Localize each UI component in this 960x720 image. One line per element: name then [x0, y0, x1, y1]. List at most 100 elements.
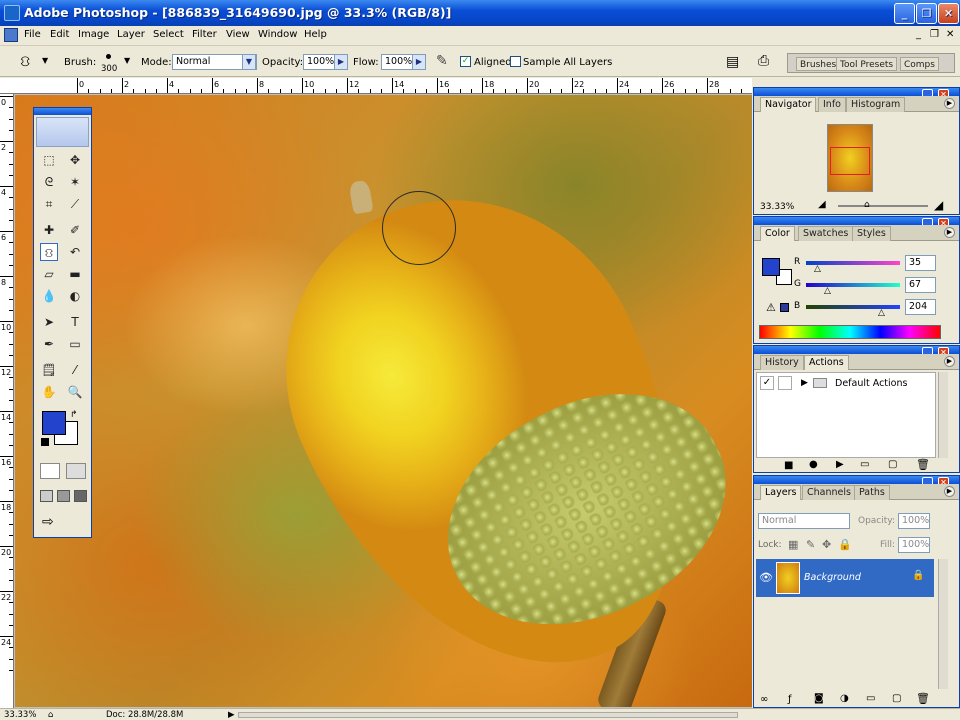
tab-history[interactable]: History	[760, 355, 804, 370]
color-ramp[interactable]	[759, 325, 941, 339]
zoom-slider-track[interactable]	[838, 205, 928, 207]
layers-opacity-field[interactable]: 100%	[898, 513, 930, 529]
lock-all-icon[interactable]: 🔒	[838, 538, 852, 551]
standard-mode-icon[interactable]	[40, 463, 60, 479]
notes-tool-icon[interactable]: 🗒	[40, 361, 58, 379]
tab-navigator[interactable]: Navigator	[760, 97, 817, 112]
zoom-tool-icon[interactable]: 🔍	[66, 383, 84, 401]
jump-to-imageready-icon[interactable]: ⇨	[42, 514, 54, 530]
doc-close-icon[interactable]: ✕	[946, 29, 954, 40]
well-tab-comps[interactable]: Comps	[900, 57, 939, 71]
slice-tool-icon[interactable]: ⟋	[66, 195, 84, 213]
default-colors-icon[interactable]	[41, 438, 49, 446]
blend-mode-select[interactable]: Normal	[758, 513, 850, 529]
action-toggle-checkbox[interactable]: ✓	[760, 376, 774, 390]
restore-button[interactable]: ❐	[916, 3, 937, 24]
tab-histogram[interactable]: Histogram	[846, 97, 906, 112]
minimize-button[interactable]: _	[894, 3, 915, 24]
layer-name[interactable]: Background	[804, 572, 861, 583]
layers-scrollbar[interactable]	[938, 559, 948, 689]
blur-tool-icon[interactable]: 💧	[40, 287, 58, 305]
action-expand-icon[interactable]: ▶	[801, 378, 808, 388]
layer-row[interactable]: 👁 Background 🔒	[756, 559, 934, 597]
zoom-slider-thumb[interactable]: ⌂	[864, 200, 870, 210]
new-group-icon[interactable]: ▭	[866, 693, 875, 704]
airbrush-icon[interactable]: ✎	[436, 53, 448, 69]
sample-all-layers-checkbox[interactable]	[510, 56, 521, 67]
navigator-thumbnail[interactable]	[827, 124, 873, 192]
status-zoom[interactable]: 33.33%	[4, 710, 36, 720]
opacity-field[interactable]: 100%	[303, 54, 335, 70]
tab-styles[interactable]: Styles	[852, 226, 891, 241]
delete-layer-icon[interactable]: 🗑	[916, 692, 930, 705]
opacity-slider-arrow-icon[interactable]: ▶	[334, 54, 348, 70]
lasso-tool-icon[interactable]: ᘓ	[40, 173, 58, 191]
document-icon[interactable]	[4, 28, 18, 42]
swap-colors-icon[interactable]: ↱	[70, 410, 78, 420]
new-action-icon[interactable]: ▢	[888, 459, 897, 470]
marquee-tool-icon[interactable]: ⬚	[40, 151, 58, 169]
zoom-in-icon[interactable]: ◢	[934, 198, 943, 212]
doc-minimize-icon[interactable]: _	[916, 29, 921, 40]
new-layer-icon[interactable]: ▢	[892, 693, 901, 704]
layers-menu-icon[interactable]: ▶	[944, 486, 955, 497]
menu-file[interactable]: File	[24, 29, 41, 40]
actions-menu-icon[interactable]: ▶	[944, 356, 955, 367]
hand-tool-icon[interactable]: ✋	[40, 383, 58, 401]
well-tab-brushes[interactable]: Brushes	[796, 57, 841, 71]
out-of-gamut-warning-icon[interactable]: ⚠	[766, 301, 776, 314]
aligned-checkbox[interactable]: ✓	[460, 56, 471, 67]
tab-channels[interactable]: Channels	[802, 485, 856, 500]
move-tool-icon[interactable]: ✥	[66, 151, 84, 169]
action-dialog-toggle[interactable]	[778, 376, 792, 390]
horizontal-scrollbar[interactable]	[238, 712, 738, 718]
foreground-color-swatch[interactable]	[42, 411, 66, 435]
fill-field[interactable]: 100%	[898, 537, 930, 553]
vertical-ruler[interactable]: 0 2 4 6 8 10 12 14 16 18 20 22 24	[0, 94, 14, 708]
path-selection-tool-icon[interactable]: ➤	[40, 313, 58, 331]
adobe-feather-icon[interactable]	[36, 117, 89, 147]
eraser-tool-icon[interactable]: ▱	[40, 265, 58, 283]
pen-tool-icon[interactable]: ✒	[40, 335, 58, 353]
dodge-tool-icon[interactable]: ◐	[66, 287, 84, 305]
well-tab-tool-presets[interactable]: Tool Presets	[836, 57, 898, 71]
magic-wand-tool-icon[interactable]: ✶	[66, 173, 84, 191]
menu-select[interactable]: Select	[153, 29, 184, 40]
tab-info[interactable]: Info	[818, 97, 846, 112]
tool-preset-chevron-icon[interactable]: ▼	[42, 56, 48, 65]
shape-tool-icon[interactable]: ▭	[66, 335, 84, 353]
play-icon[interactable]: ▶	[836, 459, 844, 470]
b-field[interactable]: 204	[905, 299, 936, 315]
stop-playing-icon[interactable]: ■	[784, 460, 793, 471]
brush-tool-icon[interactable]: ✐	[66, 221, 84, 239]
navigator-menu-icon[interactable]: ▶	[944, 98, 955, 109]
status-menu-arrow-icon[interactable]: ▶	[228, 710, 235, 720]
doc-restore-icon[interactable]: ❐	[930, 29, 939, 40]
canvas-image[interactable]	[15, 95, 752, 707]
menu-window[interactable]: Window	[258, 29, 297, 40]
r-field[interactable]: 35	[905, 255, 936, 271]
delete-action-icon[interactable]: 🗑	[916, 458, 930, 471]
actions-scrollbar[interactable]	[938, 372, 948, 458]
gamut-swatch-icon[interactable]	[780, 303, 789, 312]
palette-menu-icon[interactable]: ▤	[726, 54, 739, 70]
tab-color[interactable]: Color	[760, 226, 795, 241]
menu-filter[interactable]: Filter	[192, 29, 217, 40]
horizontal-ruler[interactable]: 024681012141618202224262830	[75, 78, 752, 94]
brush-picker-chevron-icon[interactable]: ▼	[124, 56, 130, 65]
b-slider-thumb[interactable]: △	[878, 308, 885, 318]
b-slider[interactable]	[806, 305, 900, 309]
tab-actions[interactable]: Actions	[804, 355, 849, 370]
flow-field[interactable]: 100%	[381, 54, 413, 70]
close-button[interactable]: ✕	[938, 3, 959, 24]
r-slider-thumb[interactable]: △	[814, 264, 821, 274]
toolbox-titlebar[interactable]	[34, 108, 91, 115]
action-set-name[interactable]: Default Actions	[835, 378, 907, 389]
zoom-out-icon[interactable]: ◢	[818, 199, 826, 210]
status-camera-icon[interactable]: ⌂	[48, 710, 53, 720]
g-field[interactable]: 67	[905, 277, 936, 293]
clone-stamp-tool-icon[interactable]: ⛻	[40, 243, 58, 261]
screen-mode-full-icon[interactable]	[74, 490, 87, 502]
menu-image[interactable]: Image	[78, 29, 109, 40]
record-icon[interactable]: ●	[809, 459, 818, 470]
